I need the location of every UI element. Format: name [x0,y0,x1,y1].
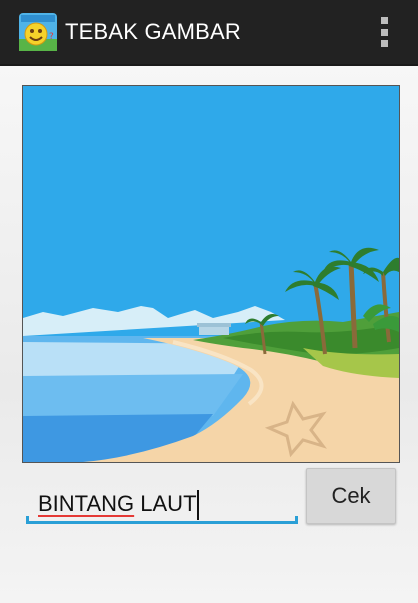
answer-input[interactable]: BINTANG LAUT [26,486,298,526]
app-title: TEBAK GAMBAR [65,19,241,44]
answer-first-word: BINTANG [38,491,135,516]
answer-second-word: LAUT [134,491,197,516]
puzzle-image [22,85,400,463]
check-button[interactable]: Cek [306,468,396,524]
answer-text: BINTANG LAUT [38,491,197,517]
overflow-menu-icon[interactable] [372,14,396,50]
svg-text:?: ? [49,32,54,42]
text-caret [197,490,199,520]
input-underline [26,516,298,524]
smiley-app-icon[interactable]: ? [19,13,57,51]
action-bar: ? TEBAK GAMBAR [0,0,418,66]
